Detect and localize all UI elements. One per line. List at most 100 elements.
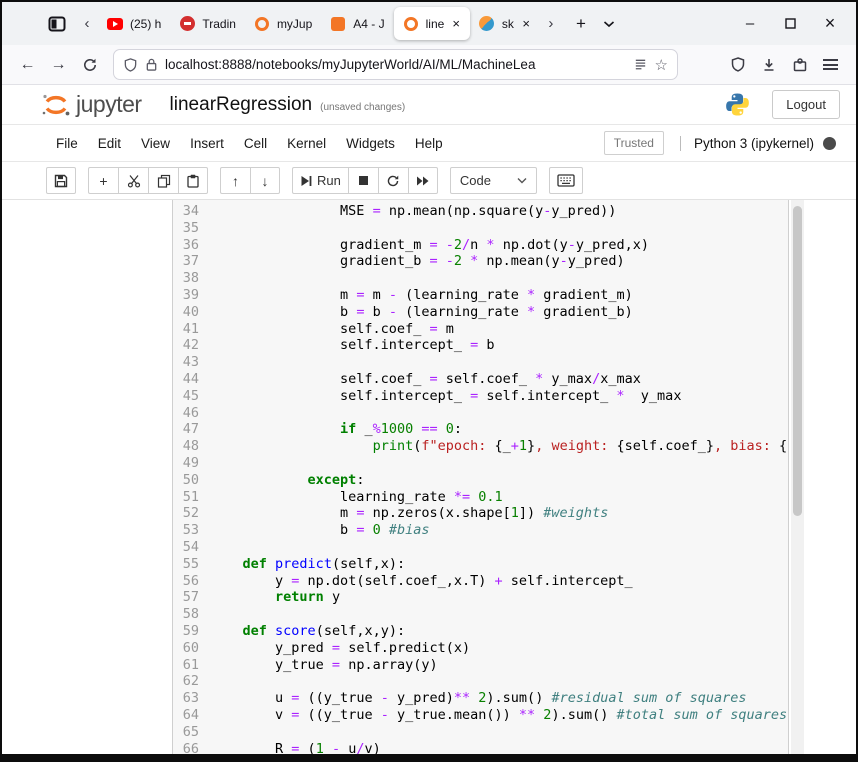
bookmark-star-icon[interactable]: ☆	[655, 56, 668, 74]
code-line[interactable]: 40 b = b - (learning_rate * gradient_b)	[173, 304, 788, 321]
notebook-title[interactable]: linearRegression	[170, 94, 313, 116]
code-line[interactable]: 47 if _%1000 == 0:	[173, 421, 788, 438]
code-line[interactable]: 62	[173, 673, 788, 690]
code-line[interactable]: 43	[173, 354, 788, 371]
menu-insert[interactable]: Insert	[180, 130, 234, 157]
checkpoint-status: (unsaved changes)	[320, 96, 405, 113]
chevron-down-icon	[603, 20, 615, 28]
code-line[interactable]: 66 R = (1 - u/v)	[173, 741, 788, 755]
restart-run-all-button[interactable]	[408, 167, 438, 194]
menu-cell[interactable]: Cell	[234, 130, 277, 157]
code-line[interactable]: 44 self.coef_ = self.coef_ * y_max/x_max	[173, 371, 788, 388]
code-line[interactable]: 65	[173, 724, 788, 741]
code-line[interactable]: 39 m = m - (learning_rate * gradient_m)	[173, 287, 788, 304]
code-line[interactable]: 38	[173, 270, 788, 287]
code-line[interactable]: 34 MSE = np.mean(np.square(y-y_pred))	[173, 203, 788, 220]
move-cell-up-button[interactable]: ↑	[220, 167, 250, 194]
reload-button[interactable]	[74, 50, 105, 80]
forward-button[interactable]: →	[43, 50, 74, 80]
code-line[interactable]: 51 learning_rate *= 0.1	[173, 489, 788, 506]
code-line[interactable]: 52 m = np.zeros(x.shape[1]) #weights	[173, 505, 788, 522]
paste-cell-button[interactable]	[178, 167, 208, 194]
code-line[interactable]: 42 self.intercept_ = b	[173, 337, 788, 354]
close-window-button[interactable]: ×	[810, 2, 850, 45]
code-line[interactable]: 37 gradient_b = -2 * np.mean(y-y_pred)	[173, 253, 788, 270]
move-cell-down-button[interactable]: ↓	[250, 167, 280, 194]
protections-shield-icon[interactable]	[722, 50, 753, 80]
code-line[interactable]: 49	[173, 455, 788, 472]
code-line[interactable]: 45 self.intercept_ = self.intercept_ * y…	[173, 388, 788, 405]
tab-myjupyter[interactable]: myJup	[245, 7, 321, 40]
code-editor[interactable]: 34 MSE = np.mean(np.square(y-y_pred))353…	[173, 203, 788, 754]
line-number: 53	[173, 522, 199, 539]
scrollbar[interactable]	[791, 200, 804, 754]
url-text[interactable]: localhost:8888/notebooks/myJupyterWorld/…	[165, 57, 626, 72]
cut-cell-button[interactable]	[118, 167, 148, 194]
menu-kernel[interactable]: Kernel	[277, 130, 336, 157]
address-bar[interactable]: localhost:8888/notebooks/myJupyterWorld/…	[113, 49, 678, 80]
add-cell-button[interactable]: +	[88, 167, 118, 194]
code-line[interactable]: 63 u = ((y_true - y_pred)** 2).sum() #re…	[173, 690, 788, 707]
menu-view[interactable]: View	[131, 130, 180, 157]
code-line[interactable]: 54	[173, 539, 788, 556]
downloads-button[interactable]	[753, 50, 784, 80]
tab-linear-regression-active[interactable]: line ×	[394, 7, 470, 40]
code-line[interactable]: 57 return y	[173, 589, 788, 606]
code-line[interactable]: 55 def predict(self,x):	[173, 556, 788, 573]
code-cell-input[interactable]: 34 MSE = np.mean(np.square(y-y_pred))353…	[172, 200, 789, 754]
menu-widgets[interactable]: Widgets	[336, 130, 405, 157]
cell-type-dropdown[interactable]: Code	[450, 167, 537, 194]
header-right: Logout	[725, 90, 840, 119]
code-line[interactable]: 61 y_true = np.array(y)	[173, 657, 788, 674]
minimize-button[interactable]: –	[730, 2, 770, 45]
tab-close-icon[interactable]: ×	[521, 16, 531, 31]
code-line[interactable]: 35	[173, 220, 788, 237]
interrupt-kernel-button[interactable]	[348, 167, 378, 194]
menu-file[interactable]: File	[46, 130, 88, 157]
tracking-protection-shield-icon[interactable]	[123, 57, 138, 73]
command-palette-button[interactable]	[549, 167, 583, 194]
list-all-tabs-button[interactable]	[596, 11, 622, 37]
menu-edit[interactable]: Edit	[88, 130, 131, 157]
code-line[interactable]: 59 def score(self,x,y):	[173, 623, 788, 640]
lock-icon[interactable]	[145, 57, 158, 72]
save-button[interactable]	[46, 167, 76, 194]
extensions-button[interactable]	[784, 50, 815, 80]
scroll-tabs-right-button[interactable]: ›	[540, 9, 562, 39]
notebook-area[interactable]: 34 MSE = np.mean(np.square(y-y_pred))353…	[2, 200, 856, 754]
code-line[interactable]: 36 gradient_m = -2/n * np.dot(y-y_pred,x…	[173, 237, 788, 254]
restart-kernel-button[interactable]	[378, 167, 408, 194]
code-line[interactable]: 58	[173, 606, 788, 623]
scrollbar-thumb[interactable]	[793, 206, 802, 516]
maximize-button[interactable]	[770, 2, 810, 45]
chevron-down-icon	[517, 177, 527, 184]
firefox-view-button[interactable]	[42, 9, 72, 39]
code-line[interactable]: 50 except:	[173, 472, 788, 489]
code-line[interactable]: 41 self.coef_ = m	[173, 321, 788, 338]
jupyter-favicon	[403, 16, 419, 32]
menu-button[interactable]	[815, 50, 846, 80]
menu-help[interactable]: Help	[405, 130, 453, 157]
run-button[interactable]: Run	[292, 167, 348, 194]
tab-sklearn[interactable]: sklea ×	[470, 7, 540, 40]
back-button[interactable]: ←	[12, 50, 43, 80]
tab-youtube[interactable]: (25) h	[98, 7, 170, 40]
scroll-tabs-left-button[interactable]: ‹	[76, 9, 98, 39]
tab-close-icon[interactable]: ×	[451, 16, 461, 31]
new-tab-button[interactable]: +	[568, 11, 594, 37]
tab-tradingview[interactable]: Tradin	[170, 7, 245, 40]
copy-cell-button[interactable]	[148, 167, 178, 194]
jupyter-logo[interactable]: jupyter	[40, 91, 142, 119]
tab-a4-notebook[interactable]: A4 - J	[321, 7, 393, 40]
code-line[interactable]: 56 y = np.dot(self.coef_,x.T) + self.int…	[173, 573, 788, 590]
firefox-view-icon	[47, 14, 67, 34]
code-line[interactable]: 48 print(f"epoch: {_+1}, weight: {self.c…	[173, 438, 788, 455]
code-line[interactable]: 60 y_pred = self.predict(x)	[173, 640, 788, 657]
code-line[interactable]: 64 v = ((y_true - y_true.mean()) ** 2).s…	[173, 707, 788, 724]
reader-view-icon[interactable]	[633, 57, 648, 72]
jupyter-header: jupyter linearRegression (unsaved change…	[2, 85, 856, 125]
logout-button[interactable]: Logout	[772, 90, 840, 119]
code-line[interactable]: 46	[173, 405, 788, 422]
code-line[interactable]: 53 b = 0 #bias	[173, 522, 788, 539]
line-number: 52	[173, 505, 199, 522]
